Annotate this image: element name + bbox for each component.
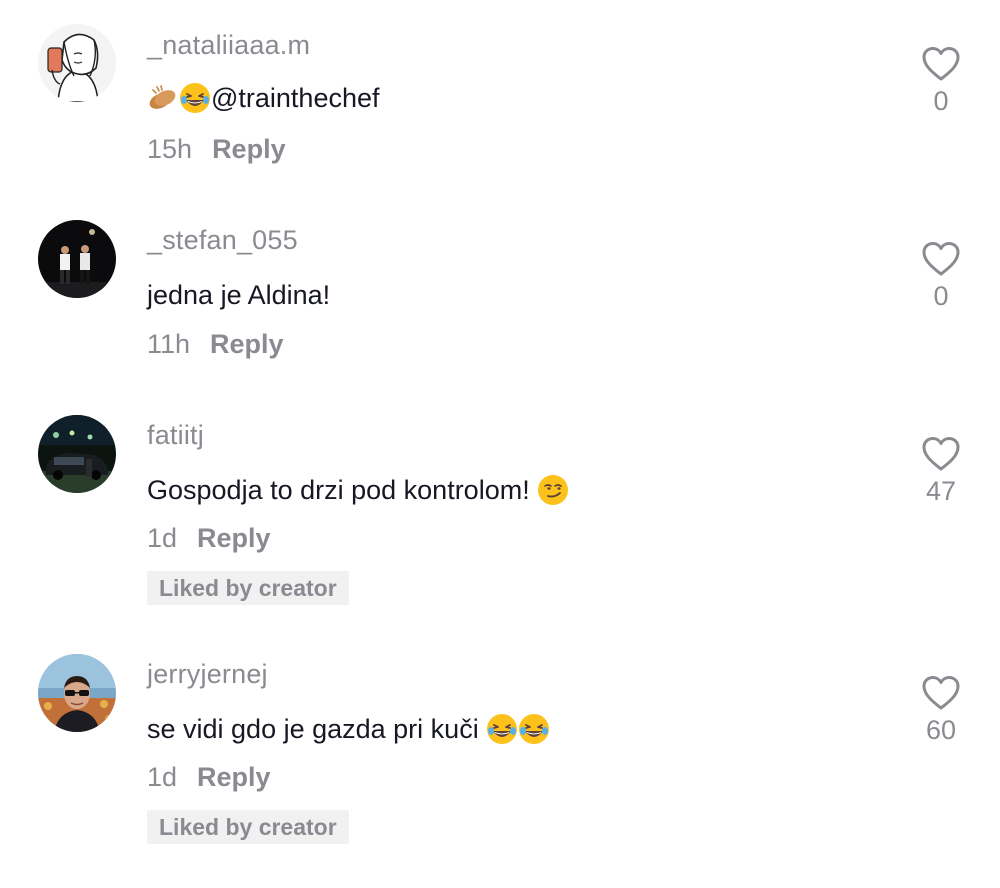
like-control[interactable]: 47 bbox=[912, 436, 970, 507]
smirking-face-emoji bbox=[538, 475, 569, 505]
comment-meta: 15h Reply bbox=[147, 134, 286, 165]
comment-text: se vidi gdo je gazda pri kuči bbox=[147, 713, 550, 745]
avatar[interactable] bbox=[38, 654, 116, 732]
like-count: 60 bbox=[925, 715, 957, 745]
avatar[interactable] bbox=[38, 24, 116, 102]
comment-time: 1d bbox=[147, 762, 178, 792]
like-count: 0 bbox=[933, 86, 949, 116]
like-control[interactable]: 60 bbox=[912, 675, 970, 746]
laughing-emoji bbox=[519, 714, 550, 744]
reply-button[interactable]: Reply bbox=[197, 523, 271, 554]
reply-button[interactable]: Reply bbox=[212, 134, 286, 165]
comment-text-body: jedna je Aldina! bbox=[147, 280, 331, 310]
clapping-hands-emoji bbox=[149, 85, 176, 109]
comment-meta: 1d Reply bbox=[147, 523, 271, 554]
like-count: 0 bbox=[933, 281, 949, 311]
like-control[interactable]: 0 bbox=[912, 46, 970, 117]
comment-username[interactable]: _stefan_055 bbox=[147, 225, 298, 256]
comment-text-body: @trainthechef bbox=[211, 82, 380, 113]
reply-button[interactable]: Reply bbox=[197, 762, 271, 793]
like-count: 47 bbox=[925, 476, 957, 506]
comment-text-body: se vidi gdo je gazda pri kuči bbox=[147, 713, 487, 744]
comment-meta: 1d Reply bbox=[147, 762, 271, 793]
comment-meta: 11h Reply bbox=[147, 329, 284, 360]
comment-time: 15h bbox=[147, 134, 193, 164]
heart-outline-icon[interactable] bbox=[921, 241, 961, 277]
laughing-emoji bbox=[487, 714, 518, 744]
heart-outline-icon[interactable] bbox=[921, 46, 961, 82]
comment-username[interactable]: _nataliiaaa.m bbox=[147, 30, 310, 61]
liked-by-creator-badge: Liked by creator bbox=[147, 810, 349, 844]
laughing-emoji bbox=[180, 83, 210, 113]
comment-text-body: Gospodja to drzi pod kontrolom! bbox=[147, 474, 538, 505]
comment-text: @trainthechef bbox=[147, 82, 380, 114]
comment-time: 1d bbox=[147, 523, 178, 553]
comment-text: Gospodja to drzi pod kontrolom! bbox=[147, 474, 569, 506]
comment-time: 11h bbox=[147, 329, 191, 359]
like-control[interactable]: 0 bbox=[912, 241, 970, 312]
liked-by-creator-badge: Liked by creator bbox=[147, 571, 349, 605]
comment-text: jedna je Aldina! bbox=[147, 280, 330, 311]
comment-username[interactable]: jerryjernej bbox=[147, 659, 268, 690]
heart-outline-icon[interactable] bbox=[921, 675, 961, 711]
heart-outline-icon[interactable] bbox=[921, 436, 961, 472]
reply-button[interactable]: Reply bbox=[210, 329, 284, 360]
avatar[interactable] bbox=[38, 415, 116, 493]
comment-username[interactable]: fatiitj bbox=[147, 420, 204, 451]
avatar[interactable] bbox=[38, 220, 116, 298]
